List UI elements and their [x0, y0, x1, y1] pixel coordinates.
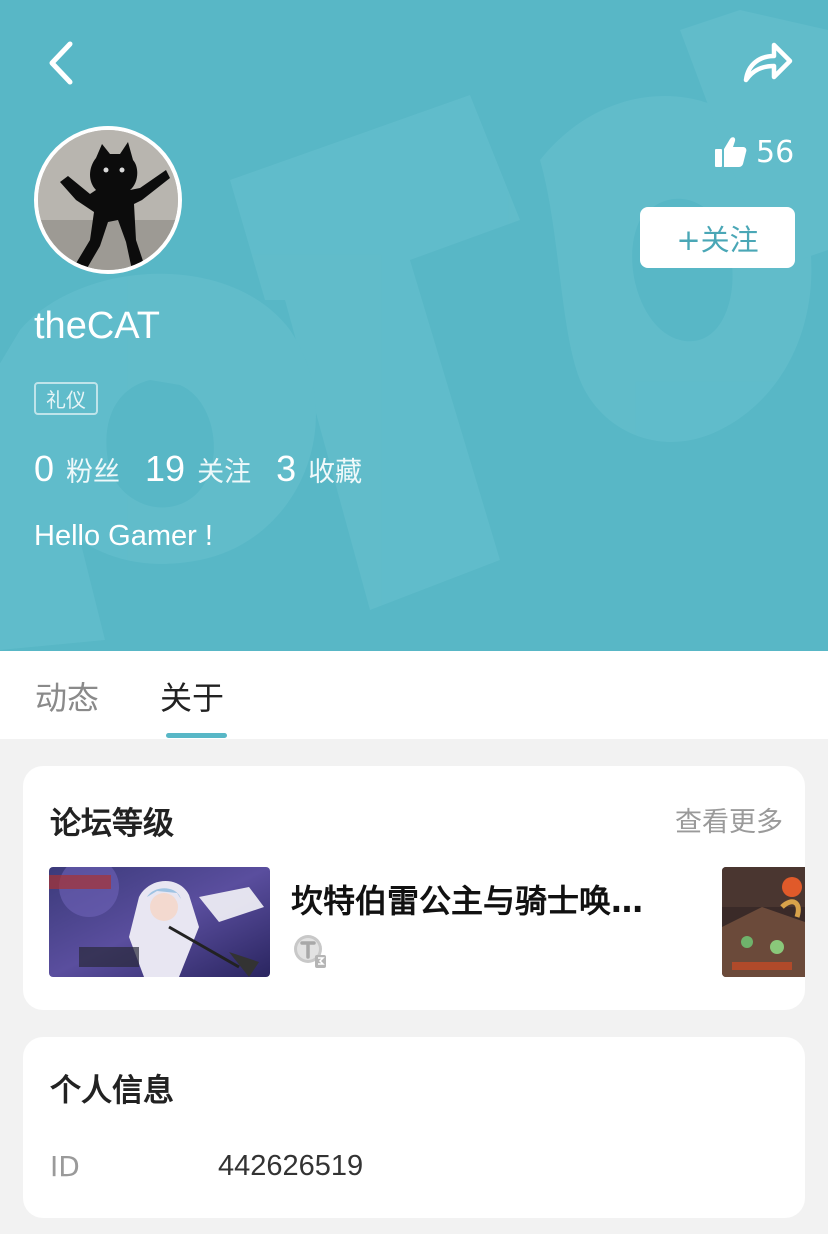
stat-following-label: 关注: [197, 457, 252, 488]
follow-button[interactable]: +关注: [640, 207, 795, 268]
stat-following-count: 19: [145, 448, 186, 489]
share-icon[interactable]: [738, 36, 796, 88]
active-tab-indicator: [166, 733, 227, 738]
info-label-id: ID: [50, 1150, 80, 1183]
like-button[interactable]: 56: [714, 132, 794, 172]
profile-header: 56 +关注 theCAT 礼仪 0 粉丝 19 关注 3 收藏 Hello G…: [0, 0, 828, 651]
back-icon[interactable]: [40, 38, 90, 88]
info-row-id: ID 442626519: [50, 1150, 363, 1183]
game-artwork-image-2: [722, 867, 805, 977]
info-value-id[interactable]: 442626519: [218, 1150, 363, 1183]
avatar[interactable]: [34, 126, 182, 274]
game-thumbnail-2[interactable]: [722, 867, 805, 977]
username: theCAT: [34, 305, 161, 347]
game-thumbnail[interactable]: [49, 867, 270, 977]
tab-bar: 动态 关于: [0, 651, 828, 739]
forum-level-title: 论坛等级: [50, 806, 174, 842]
bio-text: Hello Gamer !: [34, 520, 213, 552]
stat-fans[interactable]: 0 粉丝: [34, 448, 120, 490]
user-tag-badge[interactable]: 礼仪: [34, 382, 98, 415]
stat-favorites-label: 收藏: [308, 457, 363, 488]
stat-favorites[interactable]: 3 收藏: [276, 448, 362, 490]
black-cat-avatar-image: [38, 130, 178, 270]
stat-following[interactable]: 19 关注: [145, 448, 251, 490]
tab-about[interactable]: 关于: [160, 673, 224, 719]
personal-info-card: 个人信息 ID 442626519: [23, 1037, 805, 1218]
thumbs-up-icon: [715, 137, 747, 167]
tab-dynamic[interactable]: 动态: [35, 673, 99, 719]
stat-fans-count: 0: [34, 448, 55, 489]
like-count: 56: [756, 134, 795, 170]
game-title[interactable]: 坎特伯雷公主与骑士唤…: [291, 876, 691, 922]
game-artwork-image: [49, 867, 270, 977]
level-badge-icon: [294, 935, 326, 968]
stat-favorites-count: 3: [276, 448, 297, 489]
forum-level-card: 论坛等级 查看更多 坎特伯雷公主与骑士唤…: [23, 766, 805, 1010]
stat-fans-label: 粉丝: [66, 457, 121, 488]
personal-info-title: 个人信息: [50, 1073, 174, 1109]
stats-row: 0 粉丝 19 关注 3 收藏: [34, 448, 387, 496]
see-more-link[interactable]: 查看更多: [675, 800, 783, 839]
